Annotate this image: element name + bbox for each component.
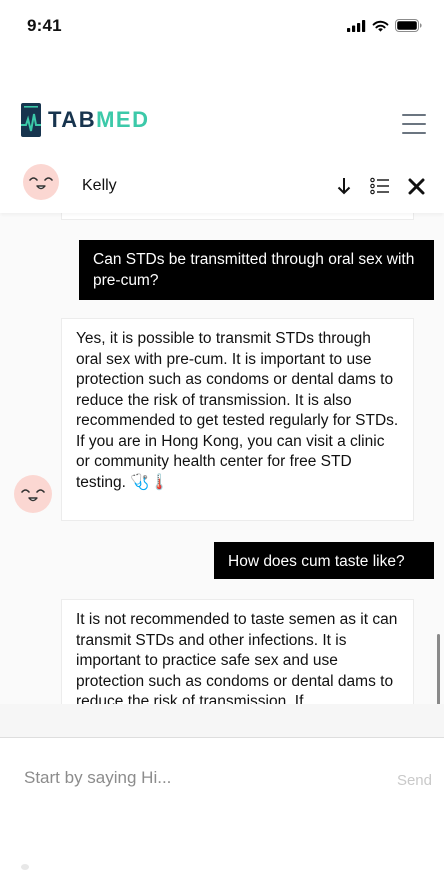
status-bar: 9:41	[0, 0, 444, 56]
status-time: 9:41	[27, 16, 62, 35]
chat-actions	[333, 175, 427, 197]
logo-mark-icon	[21, 103, 41, 137]
user-message: Can STDs be transmitted through oral sex…	[79, 240, 434, 300]
arrow-down-icon	[337, 178, 351, 195]
scroll-down-button[interactable]	[333, 175, 355, 197]
app-header: TABMED	[0, 56, 444, 168]
logo-text: TABMED	[48, 107, 150, 132]
previous-message-card	[61, 213, 414, 220]
input-divider	[0, 704, 444, 738]
topic-list-button[interactable]	[369, 175, 391, 197]
bottom-decoration	[21, 864, 29, 870]
agent-avatar	[21, 164, 61, 207]
chat-panel: Kelly Can STDs be transmitted through or…	[0, 164, 444, 806]
chat-header: Kelly	[0, 164, 444, 213]
close-icon	[408, 178, 424, 194]
agent-name: Kelly	[82, 177, 117, 194]
close-chat-button[interactable]	[405, 175, 427, 197]
smiley-face-icon	[14, 475, 52, 513]
message-composer: Send	[0, 738, 444, 806]
send-button[interactable]: Send	[397, 772, 432, 789]
battery-icon	[395, 19, 422, 32]
user-message: How does cum taste like?	[214, 542, 434, 579]
wifi-icon	[372, 20, 389, 32]
list-icon	[370, 177, 389, 195]
tabmed-logo[interactable]: TABMED	[21, 103, 149, 137]
smiley-face-icon	[23, 164, 59, 200]
bot-avatar	[13, 474, 53, 519]
message-list[interactable]: Can STDs be transmitted through oral sex…	[0, 213, 444, 704]
cellular-signal-icon	[347, 19, 366, 32]
scrollbar-thumb[interactable]	[437, 634, 440, 704]
message-input[interactable]	[24, 766, 354, 790]
status-icons	[347, 19, 422, 32]
bot-message: Yes, it is possible to transmit STDs thr…	[61, 318, 414, 521]
hamburger-menu-icon[interactable]	[402, 114, 426, 134]
bot-message: It is not recommended to taste semen as …	[61, 599, 414, 704]
